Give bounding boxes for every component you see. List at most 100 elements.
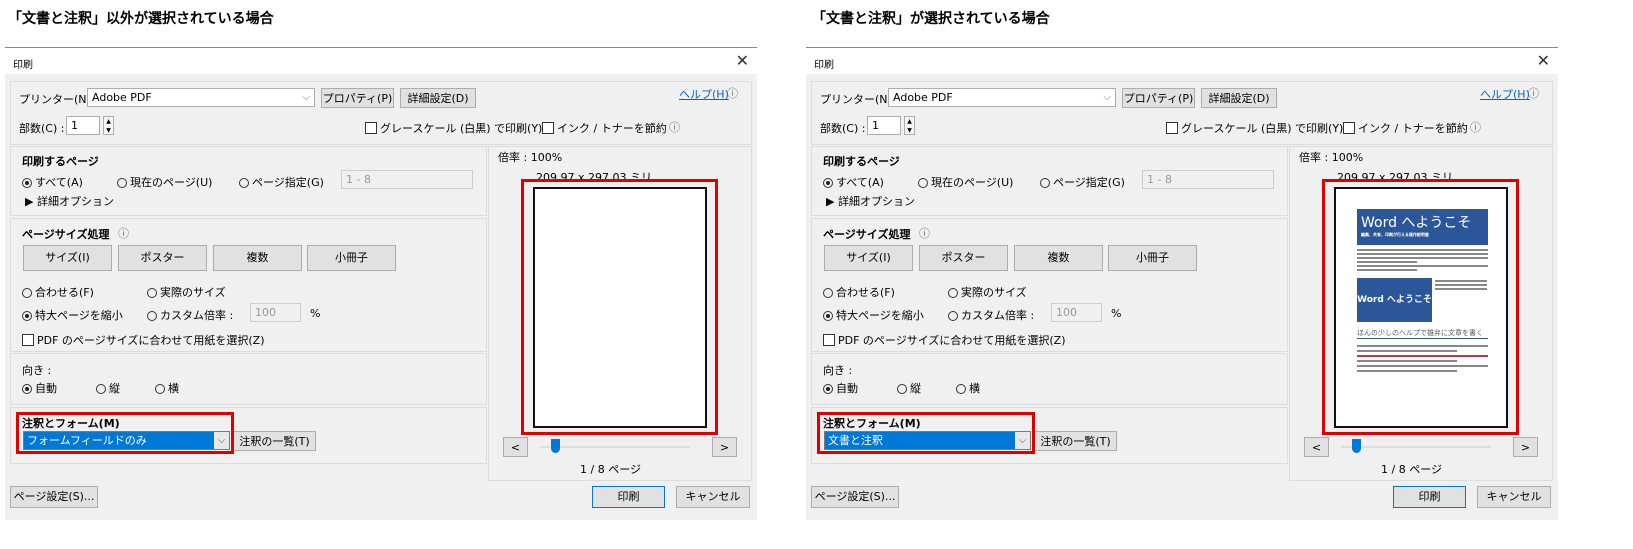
close-icon[interactable]: ✕ (736, 51, 749, 70)
help-link[interactable]: ヘルプ(H) (679, 86, 729, 102)
poster-button[interactable]: ポスター (919, 245, 1008, 271)
radio-landscape[interactable]: 横 (956, 380, 980, 396)
advanced-button[interactable]: 詳細設定(D) (400, 88, 476, 108)
properties-button[interactable]: プロパティ(P) (321, 88, 394, 108)
help-icon[interactable]: ⓘ (1528, 85, 1539, 101)
radio-all[interactable]: すべて(A) (823, 174, 884, 190)
size-button[interactable]: サイズ(I) (23, 245, 112, 271)
advanced-button[interactable]: 詳細設定(D) (1201, 88, 1277, 108)
radio-portrait[interactable]: 縦 (897, 380, 921, 396)
caption-right: 「文書と注釈」が選択されている場合 (812, 11, 1050, 27)
multiple-button[interactable]: 複数 (1014, 245, 1103, 271)
help-link[interactable]: ヘルプ(H) (1480, 86, 1530, 102)
grayscale-checkbox[interactable]: グレースケール (白黒) で印刷(Y) (365, 120, 542, 136)
save-ink-checkbox[interactable]: インク / トナーを節約 (542, 120, 667, 136)
prev-page-button[interactable]: < (1304, 437, 1329, 457)
radio-label: 合わせる(F) (35, 286, 94, 299)
close-icon[interactable]: ✕ (1537, 51, 1550, 70)
page-slider[interactable] (540, 446, 690, 448)
orientation-panel (10, 353, 487, 405)
radio-current[interactable]: 現在のページ(U) (918, 174, 1013, 190)
choose-paper-checkbox[interactable]: PDF のページサイズに合わせて用紙を選択(Z) (22, 332, 265, 348)
page-setup-button[interactable]: ページ設定(S)... (10, 486, 98, 508)
custom-scale-input[interactable]: 100 (1051, 303, 1102, 322)
radio-label: すべて(A) (35, 176, 83, 189)
page-slider-thumb[interactable] (551, 439, 560, 453)
copies-input[interactable]: 1 (66, 116, 100, 135)
radio-fit[interactable]: 合わせる(F) (22, 284, 94, 300)
print-button[interactable]: 印刷 (592, 486, 665, 508)
orientation-panel (811, 353, 1288, 405)
radio-actual-size[interactable]: 実際のサイズ (147, 284, 226, 300)
help-icon[interactable]: ⓘ (727, 85, 738, 101)
page-range-input[interactable]: 1 - 8 (341, 170, 473, 189)
radio-portrait[interactable]: 縦 (96, 380, 120, 396)
radio-shrink[interactable]: 特大ページを縮小 (823, 307, 924, 323)
chevron-down-icon: ⌵ (1103, 92, 1111, 103)
page-count: 1 / 8 ページ (580, 463, 641, 476)
grayscale-label: グレースケール (白黒) で印刷(Y) (1181, 122, 1344, 135)
radio-actual-size[interactable]: 実際のサイズ (948, 284, 1027, 300)
more-options-toggle[interactable]: ▶ 詳細オプション (826, 193, 915, 209)
radio-custom-scale[interactable]: カスタム倍率 : (147, 307, 233, 323)
highlight-box (1322, 179, 1519, 435)
radio-label: 実際のサイズ (961, 286, 1027, 299)
radio-auto[interactable]: 自動 (823, 380, 858, 396)
grayscale-checkbox[interactable]: グレースケール (白黒) で印刷(Y) (1166, 120, 1343, 136)
size-button[interactable]: サイズ(I) (824, 245, 913, 271)
printer-select[interactable]: Adobe PDF ⌵ (87, 88, 315, 107)
radio-label: 特大ページを縮小 (836, 309, 924, 322)
zoom-label: 倍率 : 100% (1299, 151, 1364, 164)
radio-all[interactable]: すべて(A) (22, 174, 83, 190)
save-ink-label: インク / トナーを節約 (1358, 122, 1468, 135)
page-range-input[interactable]: 1 - 8 (1142, 170, 1274, 189)
summarize-comments-button[interactable]: 注釈の一覧(T) (233, 431, 316, 451)
properties-button[interactable]: プロパティ(P) (1122, 88, 1195, 108)
copies-input[interactable]: 1 (867, 116, 901, 135)
booklet-button[interactable]: 小冊子 (1108, 245, 1197, 271)
radio-fit[interactable]: 合わせる(F) (823, 284, 895, 300)
orientation-heading: 向き : (823, 364, 853, 377)
copies-label: 部数(C) : (19, 122, 65, 135)
radio-label: 自動 (836, 382, 858, 395)
print-button[interactable]: 印刷 (1393, 486, 1466, 508)
page-setup-button[interactable]: ページ設定(S)... (811, 486, 899, 508)
radio-landscape[interactable]: 横 (155, 380, 179, 396)
info-icon: ⓘ (919, 227, 930, 240)
radio-auto[interactable]: 自動 (22, 380, 57, 396)
next-page-button[interactable]: > (712, 437, 737, 457)
dialog-title: 印刷 (814, 60, 834, 71)
copies-stepper[interactable]: ▲ ▼ (904, 116, 915, 135)
cancel-button[interactable]: キャンセル (1477, 486, 1551, 508)
more-options-toggle[interactable]: ▶ 詳細オプション (25, 193, 114, 209)
printer-value: Adobe PDF (893, 91, 953, 104)
poster-button[interactable]: ポスター (118, 245, 207, 271)
page-slider-thumb[interactable] (1352, 439, 1361, 453)
radio-label: 実際のサイズ (160, 286, 226, 299)
radio-custom-scale[interactable]: カスタム倍率 : (948, 307, 1034, 323)
pages-heading: 印刷するページ (823, 155, 900, 168)
booklet-button[interactable]: 小冊子 (307, 245, 396, 271)
cancel-button[interactable]: キャンセル (676, 486, 750, 508)
page-slider[interactable] (1341, 446, 1491, 448)
copies-stepper[interactable]: ▲ ▼ (103, 116, 114, 135)
multiple-button[interactable]: 複数 (213, 245, 302, 271)
printer-select[interactable]: Adobe PDF ⌵ (888, 88, 1116, 107)
radio-current[interactable]: 現在のページ(U) (117, 174, 212, 190)
radio-range[interactable]: ページ指定(G) (1040, 174, 1125, 190)
radio-label: 現在のページ(U) (931, 176, 1014, 189)
zoom-label: 倍率 : 100% (498, 151, 563, 164)
choose-paper-checkbox[interactable]: PDF のページサイズに合わせて用紙を選択(Z) (823, 332, 1066, 348)
radio-label: カスタム倍率 : (160, 309, 234, 322)
prev-page-button[interactable]: < (503, 437, 528, 457)
checkbox-label: PDF のページサイズに合わせて用紙を選択(Z) (838, 334, 1066, 347)
orientation-heading: 向き : (22, 364, 52, 377)
next-page-button[interactable]: > (1513, 437, 1538, 457)
custom-scale-input[interactable]: 100 (250, 303, 301, 322)
radio-label: ページ指定(G) (1053, 176, 1125, 189)
radio-range[interactable]: ページ指定(G) (239, 174, 324, 190)
radio-label: すべて(A) (836, 176, 884, 189)
radio-shrink[interactable]: 特大ページを縮小 (22, 307, 123, 323)
summarize-comments-button[interactable]: 注釈の一覧(T) (1034, 431, 1117, 451)
save-ink-checkbox[interactable]: インク / トナーを節約 (1343, 120, 1468, 136)
